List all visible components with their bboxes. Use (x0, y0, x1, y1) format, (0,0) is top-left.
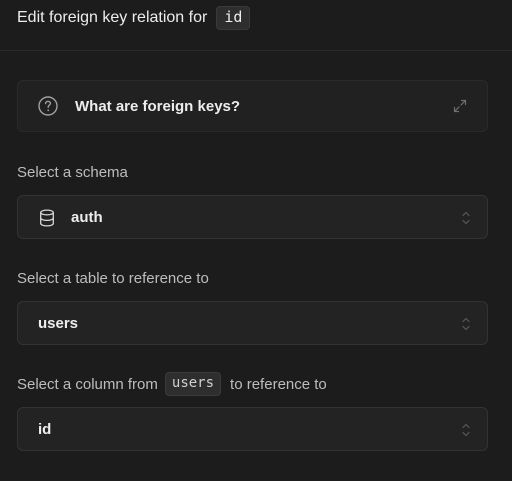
column-select-value: id (38, 421, 52, 438)
table-label: Select a table to reference to (17, 270, 209, 287)
chevron-up-down-icon (462, 423, 470, 437)
schema-label-text: Select a schema (17, 164, 128, 181)
table-label-text: Select a table to reference to (17, 270, 209, 287)
schema-label: Select a schema (17, 164, 128, 181)
foreign-key-panel: Edit foreign key relation for id What ar… (0, 0, 512, 481)
schema-select-value: auth (71, 209, 103, 226)
question-circle-icon (38, 96, 58, 116)
table-select-value: users (38, 315, 79, 332)
panel-title-text: Edit foreign key relation for (17, 9, 208, 26)
panel-header: Edit foreign key relation for id (0, 0, 512, 51)
table-name-chip: users (164, 372, 222, 396)
column-select[interactable]: id (17, 407, 488, 451)
chevron-up-down-icon (462, 211, 470, 225)
column-label: Select a column from users to reference … (17, 372, 327, 396)
foreign-keys-info-toggle[interactable]: What are foreign keys? (17, 80, 488, 132)
panel-title: Edit foreign key relation for id (17, 6, 251, 30)
expand-arrows-icon (453, 99, 467, 113)
column-label-suffix: to reference to (230, 375, 327, 393)
schema-select[interactable]: auth (17, 195, 488, 239)
database-icon (40, 209, 54, 227)
chevron-up-down-icon (462, 317, 470, 331)
info-title: What are foreign keys? (75, 98, 241, 115)
table-select[interactable]: users (17, 301, 488, 345)
column-label-prefix: Select a column from (17, 375, 158, 393)
column-name-chip: id (216, 6, 251, 30)
